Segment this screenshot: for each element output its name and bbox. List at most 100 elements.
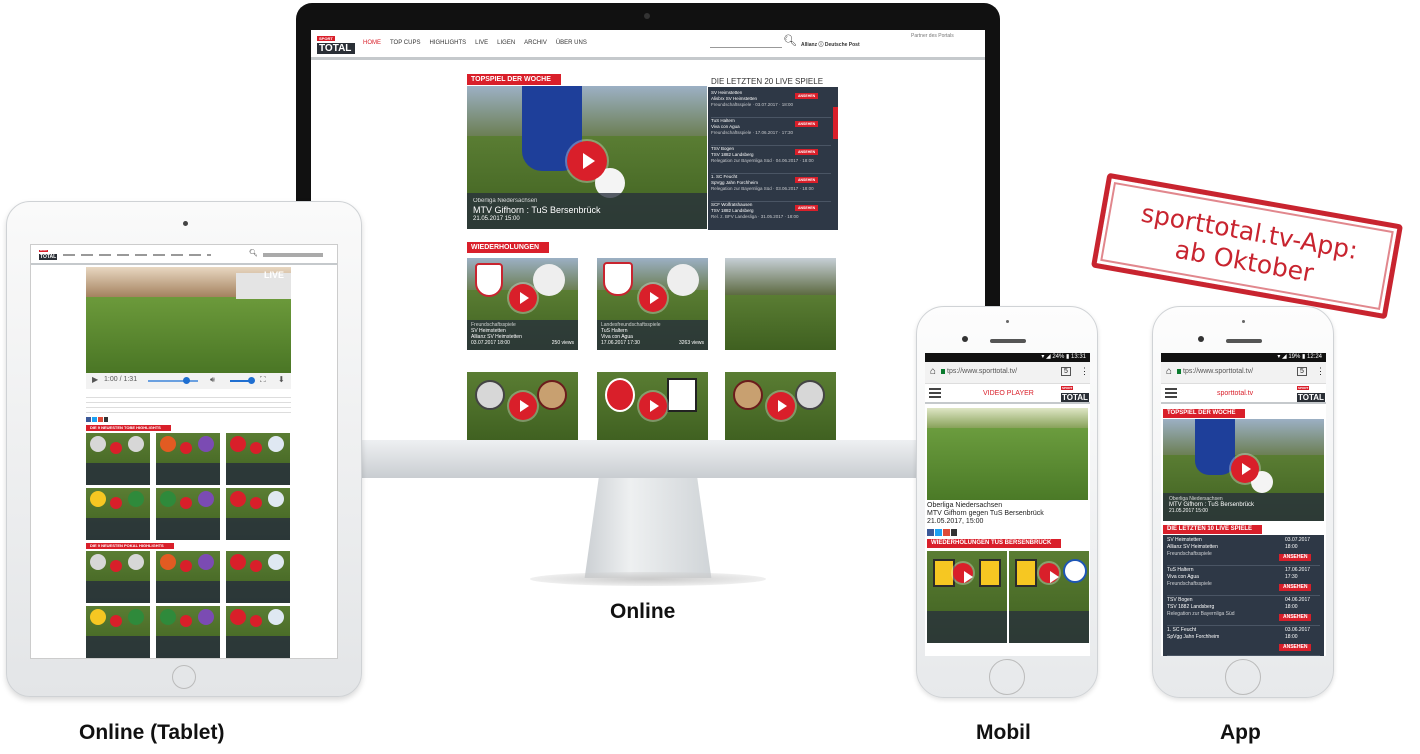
- hamburger-menu-icon[interactable]: [1165, 388, 1177, 398]
- play-icon[interactable]: [509, 392, 537, 420]
- app-topspiel-video[interactable]: Oberliga Niedersachsen MTV Gifhorn : TuS…: [1163, 419, 1324, 521]
- phone-home-button[interactable]: [1225, 659, 1261, 695]
- nav-ueber-uns[interactable]: ÜBER UNS: [556, 40, 587, 46]
- ansehen-button[interactable]: ANSEHEN: [795, 205, 819, 211]
- topspiel-league: Oberliga Niedersachsen: [473, 198, 538, 204]
- app-live-item[interactable]: TSV Bogen TSV 1882 Landsberg Relegation zu…: [1167, 597, 1320, 626]
- home-icon[interactable]: ⌂: [930, 366, 936, 377]
- sporttotal-logo[interactable]: SPORT TOTAL: [1297, 386, 1325, 402]
- tablet-thumbnail[interactable]: [156, 551, 220, 603]
- tablet-thumbnail[interactable]: [226, 433, 290, 485]
- tab-count[interactable]: 5: [1297, 367, 1307, 376]
- tablet-thumbnail[interactable]: [226, 606, 290, 658]
- volume-icon[interactable]: 🔊︎: [210, 375, 215, 385]
- url-text[interactable]: tps://www.sporttotal.tv/: [1183, 368, 1253, 375]
- volume-slider[interactable]: [230, 377, 255, 384]
- tablet-home-button[interactable]: [172, 665, 196, 689]
- sporttotal-logo[interactable]: SPORT TOTAL: [1061, 386, 1089, 402]
- replay-card[interactable]: Freundschaftsspiele SV Heimstetten Allia…: [467, 258, 578, 350]
- label-app: App: [1220, 721, 1261, 744]
- nav-top-cups[interactable]: TOP CUPS: [390, 40, 420, 46]
- ansehen-button[interactable]: ANSEHEN: [1279, 554, 1312, 561]
- tablet-thumbnail[interactable]: [156, 606, 220, 658]
- tablet-thumbnail[interactable]: [86, 433, 150, 485]
- ansehen-button[interactable]: ANSEHEN: [795, 93, 819, 99]
- topspiel-video[interactable]: Oberliga Niedersachsen MTV Gifhorn : TuS…: [467, 86, 707, 229]
- download-icon[interactable]: ⬇︎: [278, 375, 285, 384]
- search-input[interactable]: [710, 38, 782, 48]
- mobile-replay-card[interactable]: [1009, 551, 1089, 643]
- search-icon[interactable]: 🔍︎: [249, 249, 258, 257]
- live-list-scrollbar[interactable]: [833, 107, 838, 139]
- tablet-thumbnail[interactable]: [86, 488, 150, 540]
- tab-count[interactable]: 5: [1061, 367, 1071, 376]
- ansehen-button[interactable]: ANSEHEN: [795, 121, 819, 127]
- play-icon[interactable]: [1231, 455, 1259, 483]
- play-icon[interactable]: [639, 392, 667, 420]
- app-topspiel-ribbon: TOPSPIEL DER WOCHE: [1163, 409, 1246, 418]
- play-icon[interactable]: [509, 284, 537, 312]
- monitor-stand: [584, 478, 712, 578]
- replay-card[interactable]: [725, 258, 836, 350]
- app-live-item[interactable]: 1. SC Feucht SpVgg Jahn Forchheim 03.06.20…: [1167, 627, 1320, 656]
- tablet-menu[interactable]: [63, 254, 211, 256]
- social-share-icons[interactable]: [86, 417, 108, 422]
- tablet-thumbnail[interactable]: [156, 433, 220, 485]
- phone-home-button[interactable]: [989, 659, 1025, 695]
- play-icon[interactable]: [953, 563, 973, 583]
- live-item[interactable]: TuS Haltern Viva con Agua Freundschaftss…: [711, 118, 831, 146]
- play-icon[interactable]: [639, 284, 667, 312]
- fullscreen-icon[interactable]: ⛶: [260, 375, 266, 385]
- ansehen-button[interactable]: ANSEHEN: [795, 177, 819, 183]
- replay-card[interactable]: [725, 372, 836, 440]
- replay-card[interactable]: [467, 372, 578, 440]
- nav-archiv[interactable]: ARCHIV: [524, 40, 547, 46]
- home-icon[interactable]: ⌂: [1166, 366, 1172, 377]
- replay-card[interactable]: [597, 372, 708, 440]
- search-icon[interactable]: 🔍︎: [783, 34, 797, 47]
- ansehen-button[interactable]: ANSEHEN: [1279, 614, 1312, 621]
- nav-live[interactable]: LIVE: [475, 40, 488, 46]
- live-item[interactable]: SCF Wolfratshausen TSV 1882 Landsberg Re…: [711, 202, 831, 230]
- ansehen-button[interactable]: ANSEHEN: [1279, 584, 1312, 591]
- nav-home[interactable]: HOME: [363, 40, 381, 46]
- tablet-thumbnail[interactable]: [156, 488, 220, 540]
- phone-speaker: [990, 339, 1026, 343]
- sporttotal-logo[interactable]: SPORT TOTAL: [39, 250, 57, 260]
- live-item[interactable]: TSV Bogen TSV 1882 Landsberg Relegation …: [711, 146, 831, 174]
- play-icon[interactable]: [767, 392, 795, 420]
- app-live-item[interactable]: TuS Haltern Viva con Agua Freundschaftsspi…: [1167, 567, 1320, 596]
- ansehen-button[interactable]: ANSEHEN: [1279, 644, 1312, 651]
- tablet-thumbnail[interactable]: [226, 551, 290, 603]
- play-icon[interactable]: ▶: [92, 375, 98, 384]
- mobile-replay-card[interactable]: [927, 551, 1007, 643]
- live-item[interactable]: SV Heimstetten Alisbrx SV Heimstetten Fr…: [711, 90, 831, 118]
- replay-card[interactable]: Landesfreundschaftsspiele TuS Haltern Vi…: [597, 258, 708, 350]
- nav-highlights[interactable]: HIGHLIGHTS: [429, 40, 466, 46]
- play-icon[interactable]: [1039, 563, 1059, 583]
- menu-dots-icon[interactable]: ⋮: [1080, 366, 1089, 377]
- play-icon[interactable]: [567, 141, 607, 181]
- tablet-video-player[interactable]: LIVE: [86, 267, 291, 373]
- seek-bar[interactable]: [148, 377, 198, 384]
- tablet-thumbnail[interactable]: [86, 606, 150, 658]
- browser-url-bar: ⌂ tps://www.sporttotal.tv/ 5 ⋮: [1161, 362, 1326, 384]
- app-coming-soon-stamp: sporttotal.tv-App: ab Oktober: [1090, 172, 1404, 320]
- hamburger-menu-icon[interactable]: [929, 388, 941, 398]
- sporttotal-logo[interactable]: SPORT TOTAL: [317, 36, 355, 54]
- social-share-icons[interactable]: [927, 529, 957, 536]
- lock-icon: [1177, 369, 1181, 374]
- mobile-video-player[interactable]: [927, 408, 1088, 500]
- menu-dots-icon[interactable]: ⋮: [1316, 366, 1325, 377]
- ansehen-button[interactable]: ANSEHEN: [795, 149, 819, 155]
- tablet-device: SPORT TOTAL 🔍︎ LIVE ▶ 1:00 / 1:31 🔊︎ ⛶ ⬇…: [6, 201, 362, 697]
- tablet-thumbnail[interactable]: [226, 488, 290, 540]
- tablet-highlights-grid: [86, 433, 291, 541]
- app-live-time: 18:00: [1285, 544, 1298, 550]
- tablet-thumbnail[interactable]: [86, 551, 150, 603]
- url-text[interactable]: tps://www.sporttotal.tv/: [947, 368, 1017, 375]
- live-item[interactable]: 1. SC Feucht SpVgg Jahn Forchheim Relega…: [711, 174, 831, 202]
- app-live-item[interactable]: SV Heimstetten Allianz SV Heimstetten Freu…: [1167, 537, 1320, 566]
- topspiel-match: MTV Gifhorn : TuS Bersenbrück: [473, 205, 601, 215]
- nav-ligen[interactable]: LIGEN: [497, 40, 515, 46]
